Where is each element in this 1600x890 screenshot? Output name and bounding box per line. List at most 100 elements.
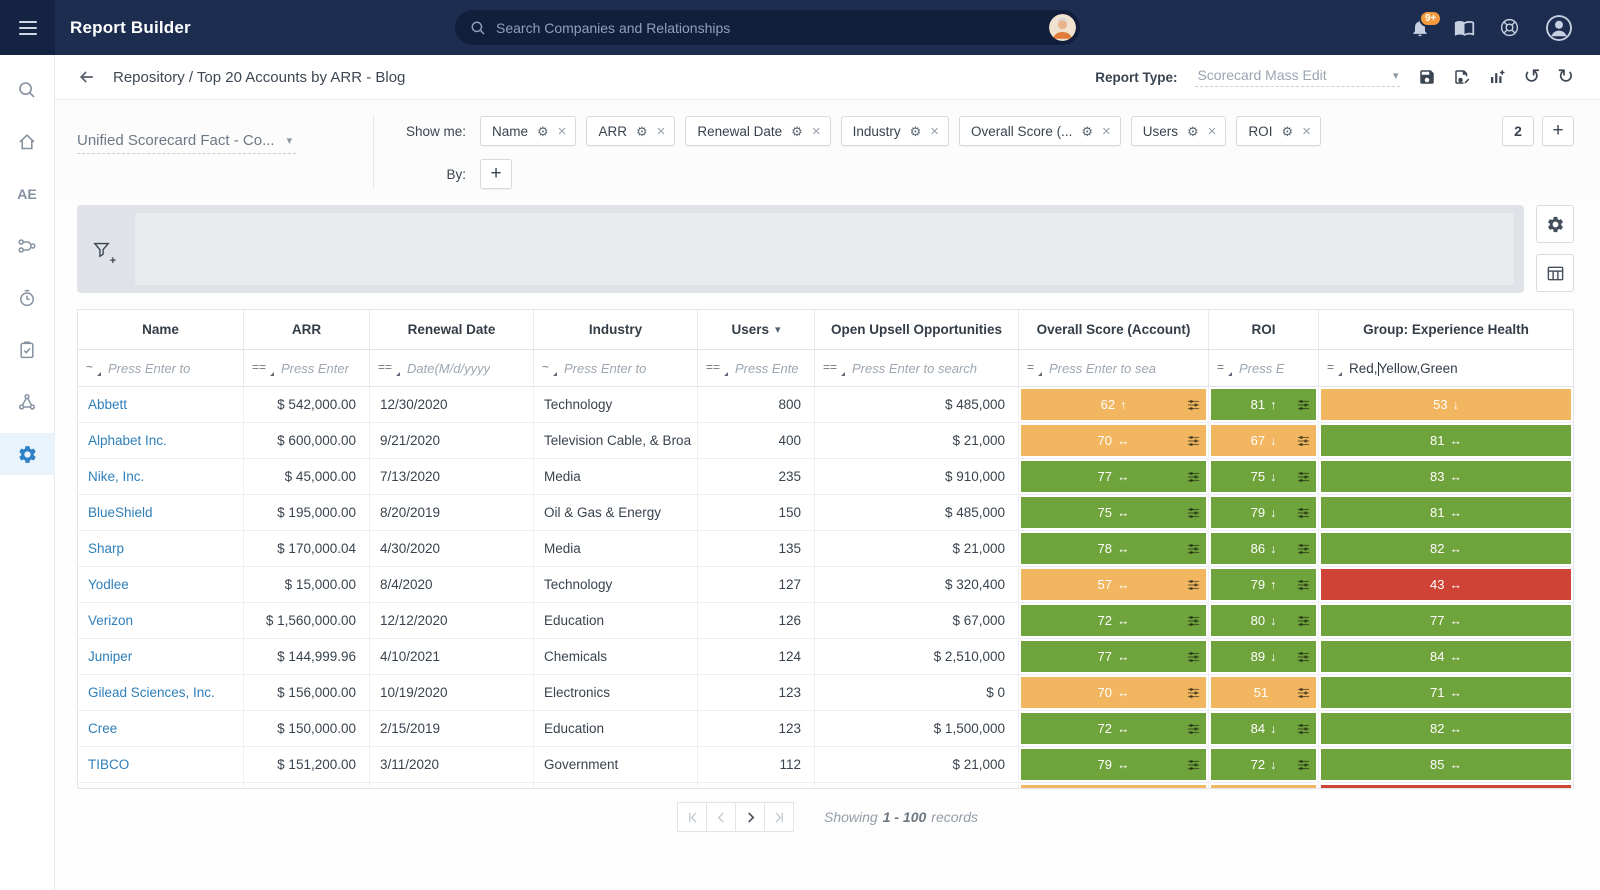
score-cell[interactable]: 85↔: [1321, 749, 1571, 780]
column-header-arr[interactable]: ARR: [244, 310, 370, 349]
add-filter-icon[interactable]: +: [77, 205, 125, 293]
field-chip-industry[interactable]: Industry⚙×: [841, 116, 949, 146]
score-history-icon[interactable]: [1297, 398, 1310, 411]
sidebar-item-timeline[interactable]: [0, 277, 55, 319]
score-history-icon[interactable]: [1297, 542, 1310, 555]
chip-settings-icon[interactable]: ⚙: [1187, 125, 1199, 138]
score-cell[interactable]: 72↓: [1211, 749, 1316, 780]
company-link[interactable]: TIBCO: [88, 757, 129, 772]
chip-settings-icon[interactable]: ⚙: [791, 125, 803, 138]
search-avatar[interactable]: [1049, 14, 1076, 41]
score-cell[interactable]: 77↔: [1321, 605, 1571, 636]
score-cell[interactable]: 79↓: [1211, 497, 1316, 528]
company-link[interactable]: BlueShield: [88, 505, 153, 520]
chip-settings-icon[interactable]: ⚙: [636, 125, 648, 138]
company-link[interactable]: Yodlee: [88, 577, 129, 592]
chip-settings-icon[interactable]: ⚙: [1081, 125, 1093, 138]
column-header-name[interactable]: Name: [78, 310, 244, 349]
back-arrow-icon[interactable]: [77, 67, 97, 87]
score-cell[interactable]: 86↓: [1211, 533, 1316, 564]
filter-cell-overall-score-account[interactable]: =Press Enter to sea: [1019, 350, 1209, 386]
column-header-roi[interactable]: ROI: [1209, 310, 1319, 349]
filter-operator[interactable]: ~: [542, 360, 557, 376]
column-header-open-upsell-opportunities[interactable]: Open Upsell Opportunities: [815, 310, 1019, 349]
field-chip-users[interactable]: Users⚙×: [1131, 116, 1227, 146]
chip-remove-icon[interactable]: ×: [930, 124, 939, 139]
score-cell[interactable]: 53↓: [1321, 389, 1571, 420]
score-cell[interactable]: 81↔: [1321, 425, 1571, 456]
score-history-icon[interactable]: [1187, 578, 1200, 591]
column-header-industry[interactable]: Industry: [534, 310, 698, 349]
filter-operator[interactable]: =: [1027, 360, 1042, 376]
library-icon[interactable]: [1454, 17, 1475, 38]
score-cell[interactable]: 67↓: [1211, 425, 1316, 456]
score-history-icon[interactable]: [1187, 398, 1200, 411]
score-history-icon[interactable]: [1187, 614, 1200, 627]
company-link[interactable]: Nike, Inc.: [88, 469, 144, 484]
column-header-overall-score-account[interactable]: Overall Score (Account): [1019, 310, 1209, 349]
filter-value[interactable]: Red,Yellow,Green: [1349, 361, 1458, 376]
score-history-icon[interactable]: [1187, 686, 1200, 699]
chip-settings-icon[interactable]: ⚙: [1281, 125, 1293, 138]
company-link[interactable]: Gilead Sciences, Inc.: [88, 685, 215, 700]
global-search-input[interactable]: Search Companies and Relationships: [455, 10, 1080, 45]
company-link[interactable]: Cree: [88, 721, 117, 736]
filter-operator[interactable]: =: [1327, 360, 1342, 376]
score-cell[interactable]: 75↓: [1211, 461, 1316, 492]
filter-operator[interactable]: ==: [252, 360, 274, 376]
score-cell[interactable]: 75↔: [1021, 497, 1206, 528]
score-cell[interactable]: 81↔: [1321, 497, 1571, 528]
score-history-icon[interactable]: [1297, 686, 1310, 699]
add-field-button[interactable]: +: [1542, 116, 1574, 146]
source-object-select[interactable]: Unified Scorecard Fact - Co... ▾: [77, 132, 296, 154]
score-history-icon[interactable]: [1297, 758, 1310, 771]
filter-canvas[interactable]: [135, 213, 1514, 285]
field-chip-arr[interactable]: ARR⚙×: [586, 116, 675, 146]
chip-remove-icon[interactable]: ×: [558, 124, 567, 139]
score-cell[interactable]: 57↔: [1021, 569, 1206, 600]
chip-settings-icon[interactable]: ⚙: [537, 125, 549, 138]
score-cell[interactable]: 84↓: [1211, 713, 1316, 744]
sort-caret-icon[interactable]: ▾: [775, 323, 781, 336]
score-cell[interactable]: 79↔: [1021, 749, 1206, 780]
user-avatar[interactable]: [1544, 13, 1574, 43]
filter-operator[interactable]: =: [1217, 360, 1232, 376]
menu-icon[interactable]: [0, 0, 55, 55]
score-cell[interactable]: 70↔: [1021, 677, 1206, 708]
more-fields-count[interactable]: 2: [1502, 116, 1534, 146]
filter-operator[interactable]: ==: [706, 360, 728, 376]
score-history-icon[interactable]: [1187, 758, 1200, 771]
field-chip-overall-score[interactable]: Overall Score (...⚙×: [959, 116, 1121, 146]
company-link[interactable]: Alphabet Inc.: [88, 433, 167, 448]
breadcrumb[interactable]: Repository / Top 20 Accounts by ARR - Bl…: [113, 69, 405, 86]
score-history-icon[interactable]: [1187, 434, 1200, 447]
score-cell[interactable]: 72↔: [1021, 605, 1206, 636]
sidebar-item-home[interactable]: [0, 121, 55, 163]
filter-cell-name[interactable]: ~Press Enter to: [78, 350, 244, 386]
field-chip-renewal-date[interactable]: Renewal Date⚙×: [685, 116, 830, 146]
company-link[interactable]: Sharp: [88, 541, 124, 556]
score-cell[interactable]: 43↔: [1321, 569, 1571, 600]
column-header-users[interactable]: Users▾: [698, 310, 815, 349]
redo-icon[interactable]: ↻: [1557, 67, 1574, 87]
add-chart-button[interactable]: [1488, 68, 1506, 86]
score-cell[interactable]: 72↔: [1021, 713, 1206, 744]
chip-remove-icon[interactable]: ×: [812, 124, 821, 139]
pagination-prev-button[interactable]: [706, 802, 736, 832]
filter-cell-open-upsell-opportunities[interactable]: ==Press Enter to search: [815, 350, 1019, 386]
sidebar-item-relationships[interactable]: [0, 225, 55, 267]
score-history-icon[interactable]: [1297, 650, 1310, 663]
filter-operator[interactable]: ~: [86, 360, 101, 376]
filter-cell-users[interactable]: ==Press Ente: [698, 350, 815, 386]
pagination-first-button[interactable]: [677, 802, 707, 832]
score-cell[interactable]: 80↓: [1211, 605, 1316, 636]
filter-cell-industry[interactable]: ~Press Enter to: [534, 350, 698, 386]
score-history-icon[interactable]: [1297, 614, 1310, 627]
score-history-icon[interactable]: [1187, 506, 1200, 519]
score-history-icon[interactable]: [1297, 506, 1310, 519]
sidebar-item-settings[interactable]: [0, 433, 55, 475]
chip-remove-icon[interactable]: ×: [1102, 124, 1111, 139]
pagination-next-button[interactable]: [735, 802, 765, 832]
filter-operator[interactable]: ==: [823, 360, 845, 376]
pagination-last-button[interactable]: [764, 802, 794, 832]
